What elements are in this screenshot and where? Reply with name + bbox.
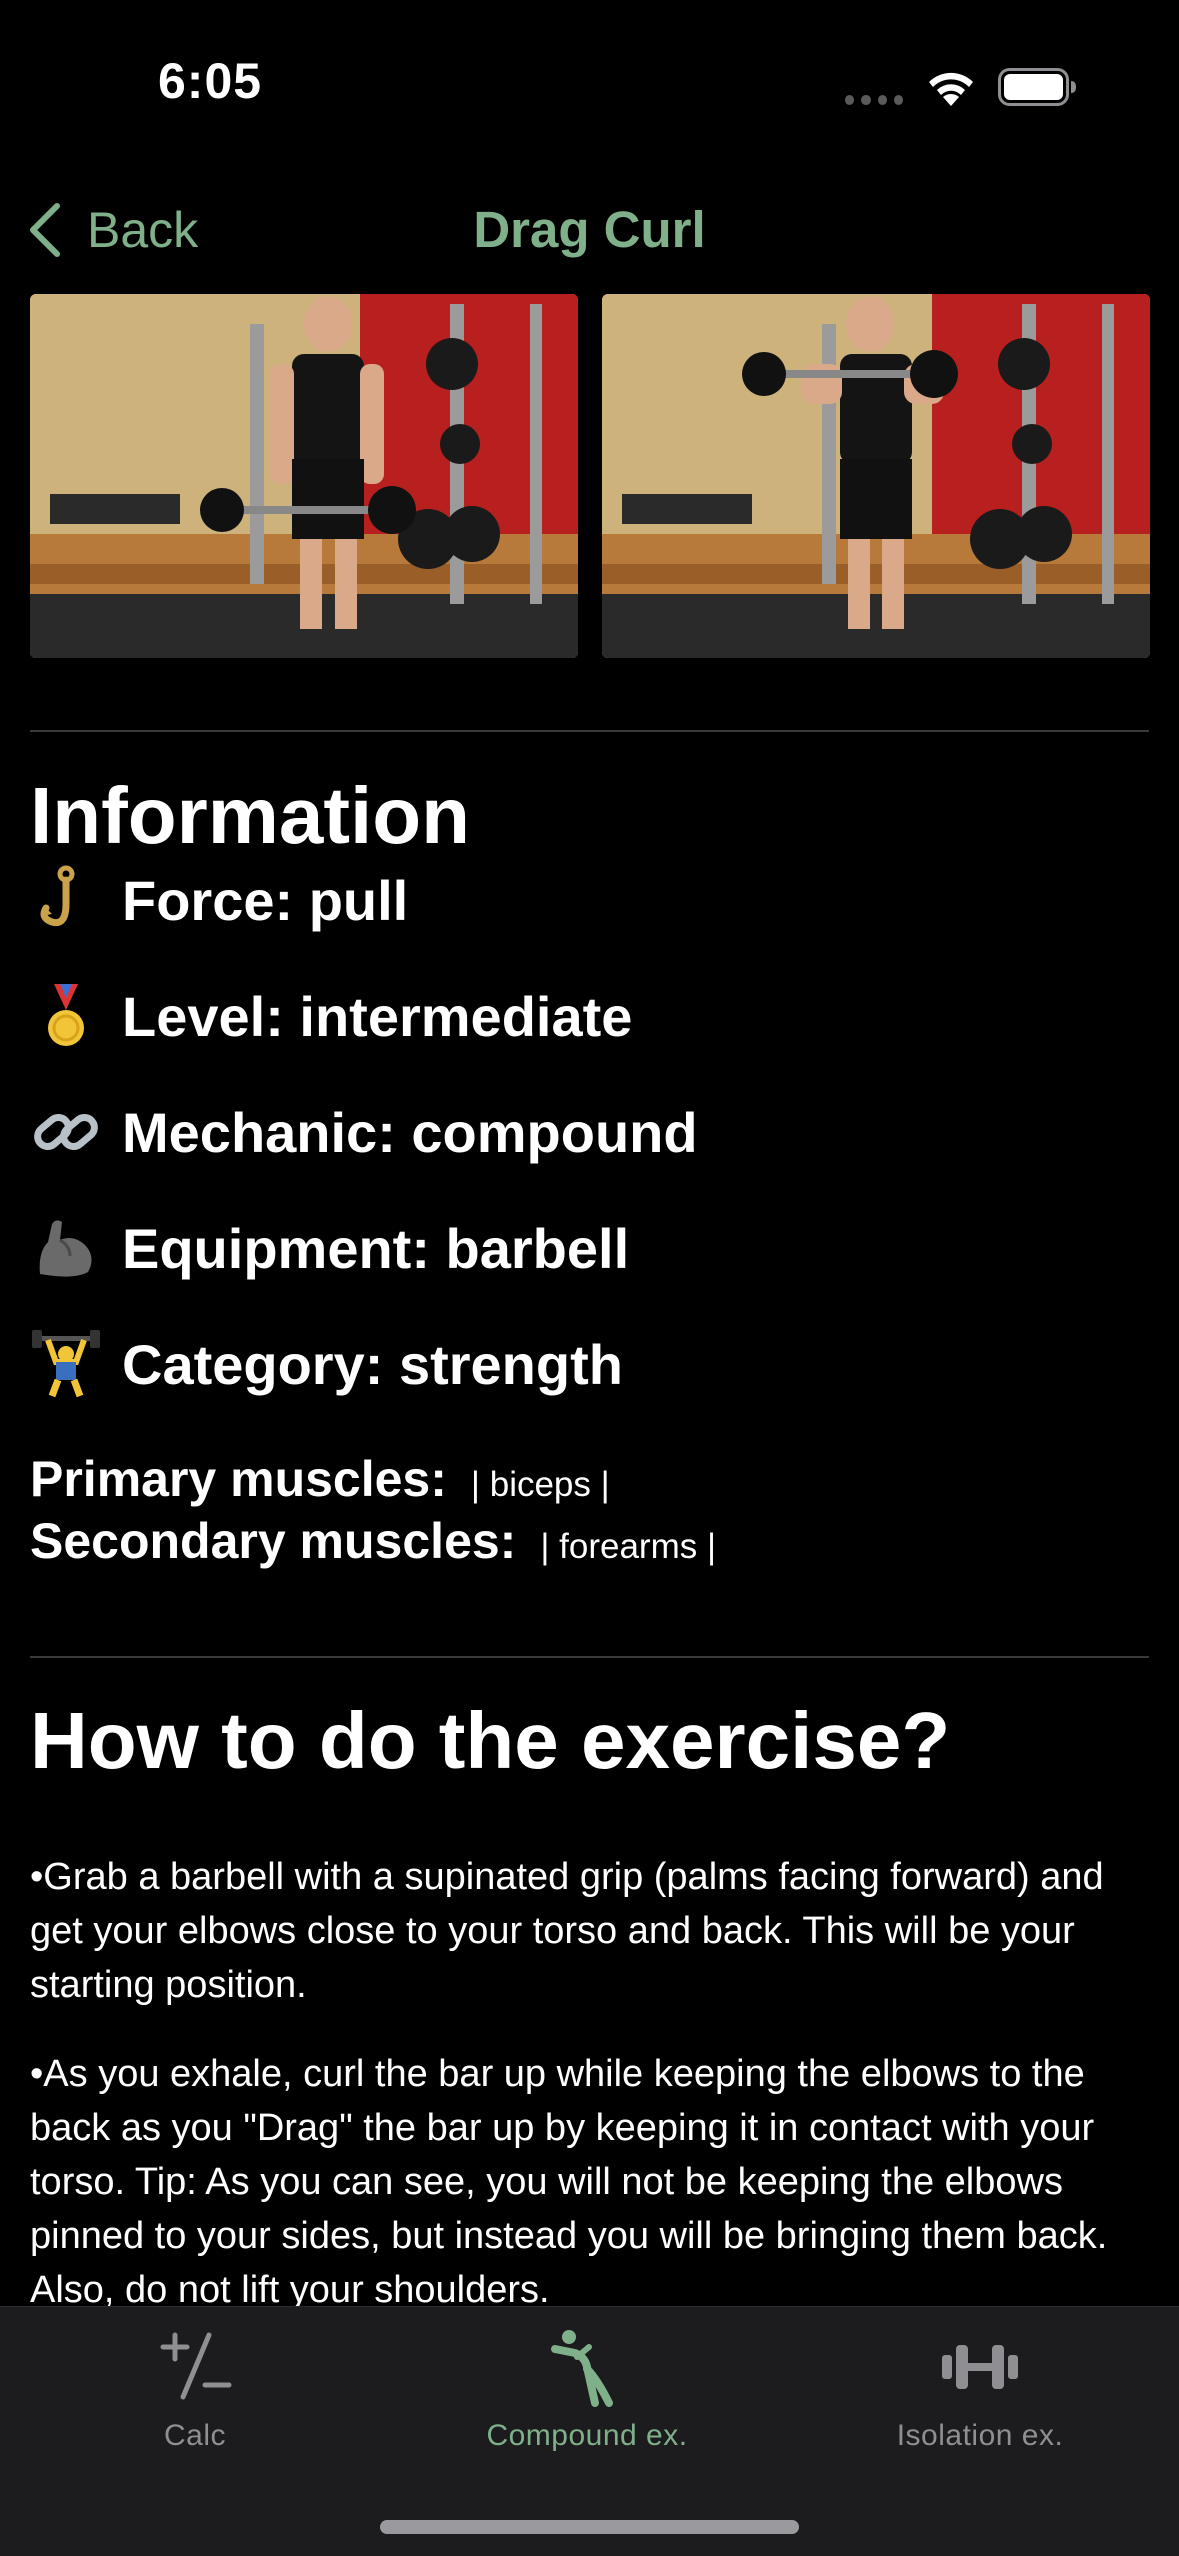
- tab-isolation[interactable]: Isolation ex.: [830, 2327, 1130, 2453]
- figure-stretch-icon: [551, 2330, 613, 2407]
- secondary-muscles-label: Secondary muscles:: [30, 1513, 517, 1569]
- secondary-muscles: Secondary muscles: | forearms |: [30, 1512, 716, 1570]
- primary-muscles-label: Primary muscles:: [30, 1451, 447, 1507]
- home-indicator[interactable]: [380, 2520, 799, 2534]
- flexed-biceps-icon: [30, 1212, 102, 1284]
- tab-label: Compound ex.: [486, 2419, 688, 2452]
- tab-bar: Calc Compound ex. Isolation ex.: [0, 2306, 1179, 2556]
- info-row-label: Category: strength: [122, 1332, 623, 1396]
- exercise-start-image: [30, 294, 578, 658]
- plus-minus-icon: [160, 2332, 232, 2400]
- info-row-category: Category: strength: [30, 1324, 623, 1404]
- tab-label: Isolation ex.: [896, 2419, 1064, 2452]
- howto-step: •As you exhale, curl the bar up while ke…: [30, 2053, 1108, 2311]
- divider: [30, 730, 1149, 732]
- exercise-end-image: [602, 294, 1150, 658]
- information-heading: Information: [30, 771, 470, 860]
- nav-title: Drag Curl: [473, 201, 706, 258]
- status-bar: 6:05: [0, 0, 1179, 170]
- tab-calc[interactable]: Calc: [45, 2327, 345, 2453]
- info-row-label: Mechanic: compound: [122, 1100, 698, 1164]
- info-row-label: Level: intermediate: [122, 984, 633, 1048]
- wifi-icon: [929, 72, 973, 106]
- info-row-label: Force: pull: [122, 868, 409, 932]
- tab-label: Calc: [163, 2419, 226, 2452]
- info-row-equipment: Equipment: barbell: [30, 1208, 629, 1288]
- dumbbell-icon: [942, 2345, 1018, 2389]
- secondary-muscles-value: | forearms |: [540, 1527, 717, 1566]
- info-row-level: Level: intermediate: [30, 976, 632, 1056]
- cellular-signal-icon: [845, 95, 903, 105]
- battery-icon: [998, 68, 1076, 106]
- info-row-mechanic: Mechanic: compound: [30, 1092, 698, 1172]
- info-row-force: Force: pull: [30, 860, 408, 940]
- weightlifter-icon: [30, 1328, 102, 1400]
- status-time: 6:05: [158, 53, 263, 109]
- tab-compound[interactable]: Compound ex.: [437, 2327, 737, 2453]
- medal-icon: [30, 980, 102, 1052]
- howto-step: •Grab a barbell with a supinated grip (p…: [30, 1856, 1104, 2006]
- link-icon: [30, 1096, 102, 1168]
- navigation-bar: Back Drag Curl: [0, 180, 1179, 280]
- howto-heading: How to do the exercise?: [30, 1696, 951, 1785]
- primary-muscles-value: | biceps |: [470, 1465, 610, 1504]
- info-row-label: Equipment: barbell: [122, 1216, 630, 1280]
- divider: [30, 1656, 1149, 1658]
- screen: 6:05 Back Drag Curl Information Force: p…: [0, 0, 1179, 2556]
- hook-icon: [30, 864, 102, 936]
- primary-muscles: Primary muscles: | biceps |: [30, 1450, 610, 1508]
